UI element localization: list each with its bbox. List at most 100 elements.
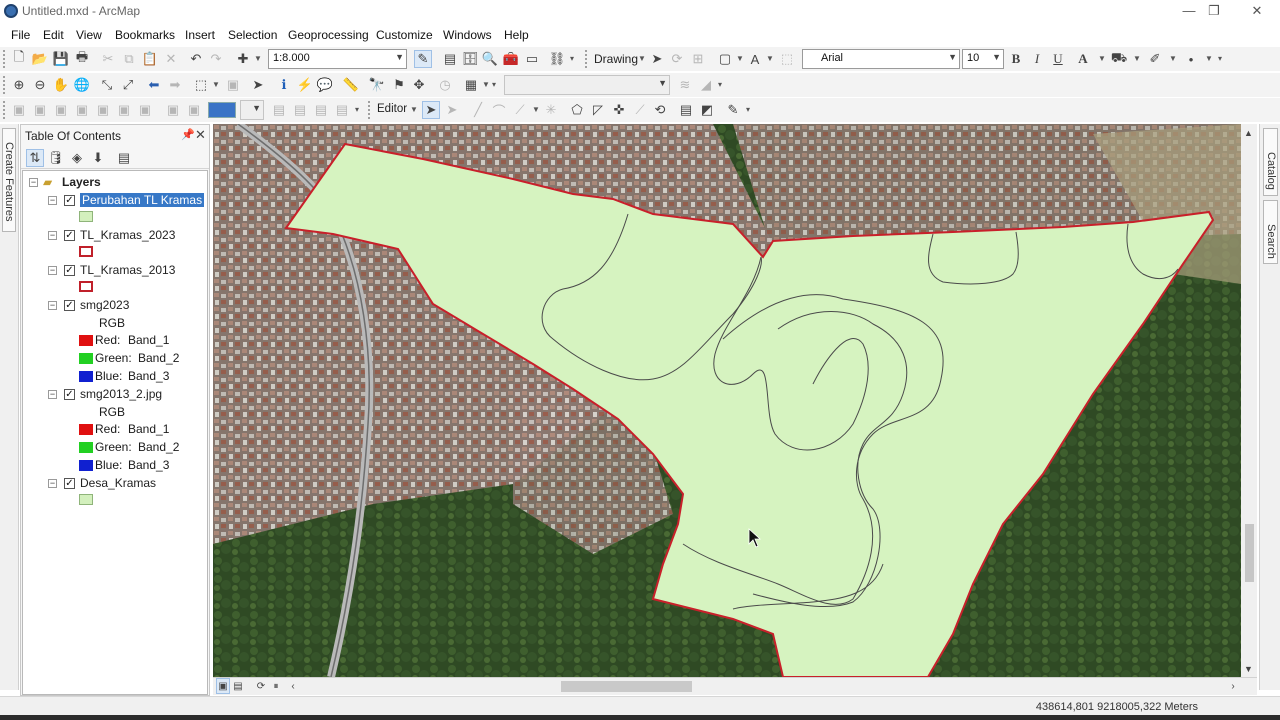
open-folder-icon[interactable]: 📂 — [31, 50, 49, 68]
menu-geoprocessing[interactable]: Geoprocessing — [288, 28, 369, 42]
refresh-icon[interactable]: ⟳ — [254, 678, 268, 694]
undo-icon[interactable]: ↶ — [187, 50, 205, 68]
toc-layer-row[interactable]: − ✓ smg2013_2.jpg — [23, 386, 203, 403]
font-size-combo[interactable]: 10 ▼ — [962, 49, 1004, 69]
map-scale-combo[interactable]: 1:8.000 ▼ — [268, 49, 407, 69]
list-by-drawing-order-icon[interactable]: ⇅ — [26, 149, 44, 167]
split-icon[interactable]: ⟋ — [631, 101, 649, 119]
catalog-tab[interactable]: Catalog — [1263, 128, 1278, 196]
editor-dropdown-icon[interactable]: ▼ — [410, 105, 418, 114]
collapse-icon[interactable]: − — [48, 301, 57, 310]
map-canvas[interactable] — [213, 124, 1241, 677]
maximize-button[interactable]: ❐ — [1199, 2, 1229, 20]
rotate-icon[interactable]: ⟳ — [668, 50, 686, 68]
python-window-icon[interactable]: ▭ — [523, 50, 541, 68]
layer-name[interactable]: smg2023 — [80, 298, 129, 312]
bring-to-front-icon[interactable]: ▣ — [52, 101, 70, 119]
toolbar-options-icon[interactable]: ▾ — [746, 105, 750, 114]
scroll-thumb[interactable] — [1245, 524, 1254, 582]
underline-button[interactable]: U — [1049, 50, 1067, 68]
fill-swatch-button[interactable] — [208, 102, 236, 118]
menu-view[interactable]: View — [76, 28, 102, 42]
distribute-icon[interactable]: ▣ — [115, 101, 133, 119]
construction-dropdown-icon[interactable]: ▼ — [532, 105, 540, 114]
edit-vertices-icon[interactable]: ⬠ — [568, 101, 586, 119]
collapse-icon[interactable]: − — [48, 390, 57, 399]
hyperlink-icon[interactable]: ⚡ — [296, 76, 314, 94]
collapse-icon[interactable]: − — [48, 479, 57, 488]
create-viewer-icon[interactable]: ▦ — [462, 76, 480, 94]
list-by-selection-icon[interactable]: ⬇ — [89, 149, 107, 167]
find-route-icon[interactable]: ⚑ — [390, 76, 408, 94]
layer-symbol-swatch[interactable] — [79, 211, 93, 222]
collapse-icon[interactable]: − — [48, 196, 57, 205]
fixed-zoom-in-icon[interactable]: ⤡ — [98, 76, 116, 94]
layer-symbol-swatch[interactable] — [79, 281, 93, 292]
collapse-icon[interactable]: − — [48, 231, 57, 240]
create-features-tab[interactable]: Create Features — [2, 128, 16, 232]
search-tab[interactable]: Search — [1263, 200, 1278, 264]
select-elements-icon[interactable]: ➤ — [648, 50, 666, 68]
time-slider-icon[interactable]: ◷ — [436, 76, 454, 94]
editor-menu[interactable]: Editor — [377, 103, 407, 115]
scroll-left-icon[interactable]: ‹ — [286, 678, 300, 694]
catalog-window-icon[interactable]: 🗄 — [461, 50, 479, 68]
find-icon[interactable]: 🔭 — [368, 76, 386, 94]
toolbar-options-icon[interactable]: ▾ — [355, 105, 359, 114]
collapse-icon[interactable]: − — [29, 178, 38, 187]
layer-name[interactable]: Desa_Kramas — [80, 476, 156, 490]
font-name-combo[interactable]: Arial ▼ — [802, 49, 960, 69]
add-data-dropdown-icon[interactable]: ▼ — [254, 54, 262, 63]
cut-icon[interactable]: ✂ — [99, 50, 117, 68]
drawing-dropdown-icon[interactable]: ▼ — [638, 54, 646, 63]
list-by-source-icon[interactable]: 🛢 — [47, 149, 65, 167]
point-icon[interactable]: ✳ — [542, 101, 560, 119]
copy-icon[interactable]: ⧉ — [120, 50, 138, 68]
scroll-down-icon[interactable]: ▼ — [1244, 664, 1253, 674]
layout-fit-icon[interactable]: ▤ — [312, 101, 330, 119]
layout-zoom-icon[interactable]: ▤ — [270, 101, 288, 119]
rectangle-icon[interactable]: ▢ — [716, 50, 734, 68]
pin-icon[interactable]: 📌 — [181, 128, 195, 141]
straight-segment-icon[interactable]: ╱ — [469, 101, 487, 119]
font-color-button[interactable]: A — [1074, 50, 1092, 68]
layer-visibility-checkbox[interactable]: ✓ — [64, 230, 75, 241]
select-elements-icon[interactable]: ➤ — [249, 76, 267, 94]
select-dropdown-icon[interactable]: ▼ — [212, 80, 220, 89]
map-view[interactable] — [213, 124, 1241, 677]
scroll-up-icon[interactable]: ▲ — [1244, 128, 1253, 138]
cut-polygons-icon[interactable]: ✜ — [610, 101, 628, 119]
text-dropdown-icon[interactable]: ▼ — [766, 54, 774, 63]
back-extent-icon[interactable]: ⬅ — [145, 76, 163, 94]
save-icon[interactable]: 💾 — [52, 50, 70, 68]
zoom-out-icon[interactable]: ⊖ — [31, 76, 49, 94]
add-data-icon[interactable]: ✚ — [234, 50, 252, 68]
toolbar-grip[interactable] — [3, 76, 6, 94]
select-features-icon[interactable]: ⬚ — [192, 76, 210, 94]
data-view-icon[interactable]: ▣ — [216, 678, 230, 694]
zoom-to-selected-icon[interactable]: ⊞ — [689, 50, 707, 68]
font-color-dropdown-icon[interactable]: ▼ — [1098, 54, 1106, 63]
editor-toolbar-icon[interactable]: ✎ — [414, 50, 432, 68]
rotate-tool-icon[interactable]: ⟲ — [651, 101, 669, 119]
map-vertical-scrollbar[interactable]: ▲ ▼ — [1241, 124, 1257, 677]
end-point-arc-icon[interactable]: ⌒ — [490, 101, 508, 119]
line-color-dropdown-icon[interactable]: ▼ — [1169, 54, 1177, 63]
layer-name[interactable]: Perubahan TL Kramas — [80, 193, 205, 207]
layer-name[interactable]: TL_Kramas_2013 — [80, 263, 175, 277]
toc-layer-row[interactable]: − ✓ Desa_Kramas — [23, 475, 203, 492]
layer-visibility-checkbox[interactable]: ✓ — [64, 389, 75, 400]
edit-tool-icon[interactable]: ➤ — [422, 101, 440, 119]
fill-color-dropdown-icon[interactable]: ▼ — [1133, 54, 1141, 63]
layout-pan-icon[interactable]: ▤ — [291, 101, 309, 119]
toc-layer-row[interactable]: − ✓ Perubahan TL Kramas — [23, 192, 205, 209]
fill-color-icon[interactable]: ⛟ — [1110, 50, 1128, 68]
text-tool-icon[interactable]: A — [746, 50, 764, 68]
layer-visibility-checkbox[interactable]: ✓ — [64, 195, 75, 206]
paste-icon[interactable]: 📋 — [141, 50, 159, 68]
go-to-xy-icon[interactable]: ✥ — [410, 76, 428, 94]
new-document-icon[interactable]: 🗋 — [10, 49, 28, 68]
toolbar-options-icon[interactable]: ▾ — [1218, 54, 1222, 63]
menu-bookmarks[interactable]: Bookmarks — [115, 28, 175, 42]
trace-icon[interactable]: ⟋ — [511, 101, 529, 119]
